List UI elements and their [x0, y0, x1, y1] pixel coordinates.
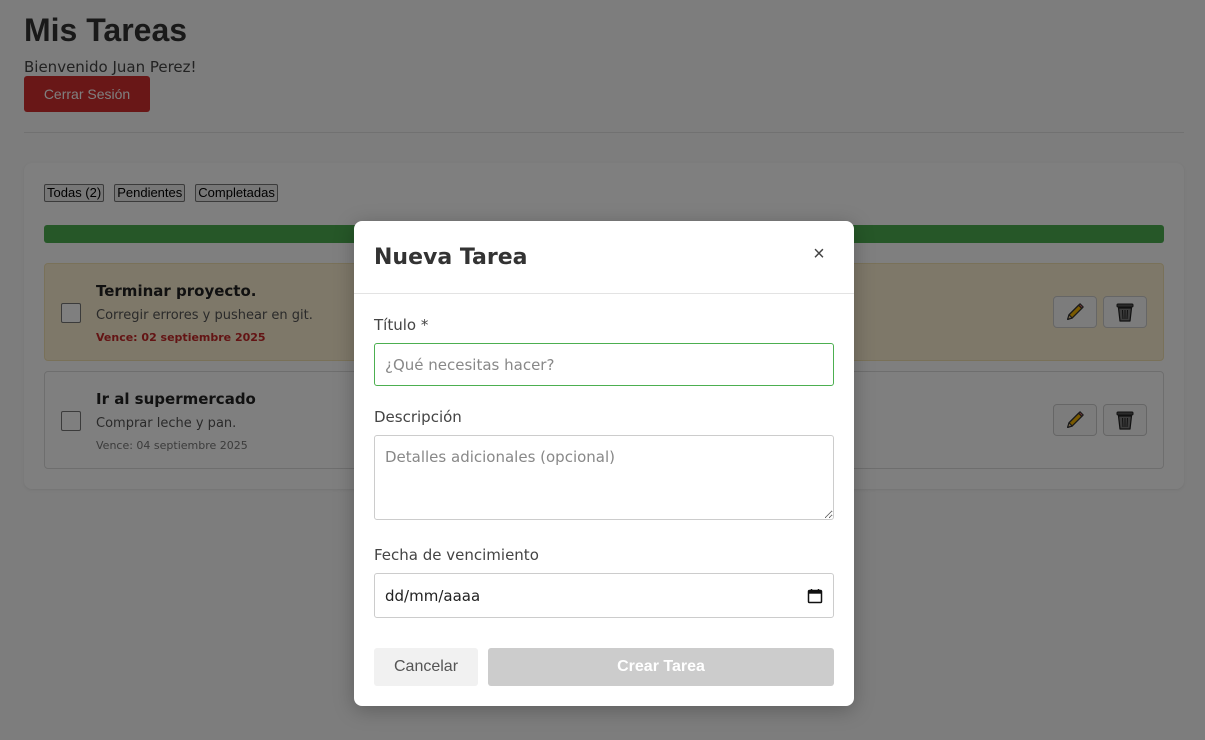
due-date-label: Fecha de vencimiento — [374, 546, 539, 564]
description-textarea[interactable] — [374, 435, 834, 520]
due-date-input[interactable]: dd/mm/aaaa — [374, 573, 834, 618]
new-task-dialog: Nueva Tarea × Título * Descripción Fecha… — [354, 221, 854, 706]
dialog-title: Nueva Tarea — [374, 245, 528, 270]
create-task-button[interactable]: Crear Tarea — [488, 648, 834, 686]
title-label: Título * — [374, 316, 429, 334]
due-date-placeholder: dd/mm/aaaa — [385, 586, 481, 605]
cancel-button[interactable]: Cancelar — [374, 648, 478, 686]
description-label: Descripción — [374, 408, 462, 426]
title-input[interactable] — [374, 343, 834, 386]
close-icon[interactable]: × — [808, 243, 830, 265]
dialog-header: Nueva Tarea × — [354, 221, 854, 294]
calendar-icon[interactable] — [807, 588, 823, 604]
